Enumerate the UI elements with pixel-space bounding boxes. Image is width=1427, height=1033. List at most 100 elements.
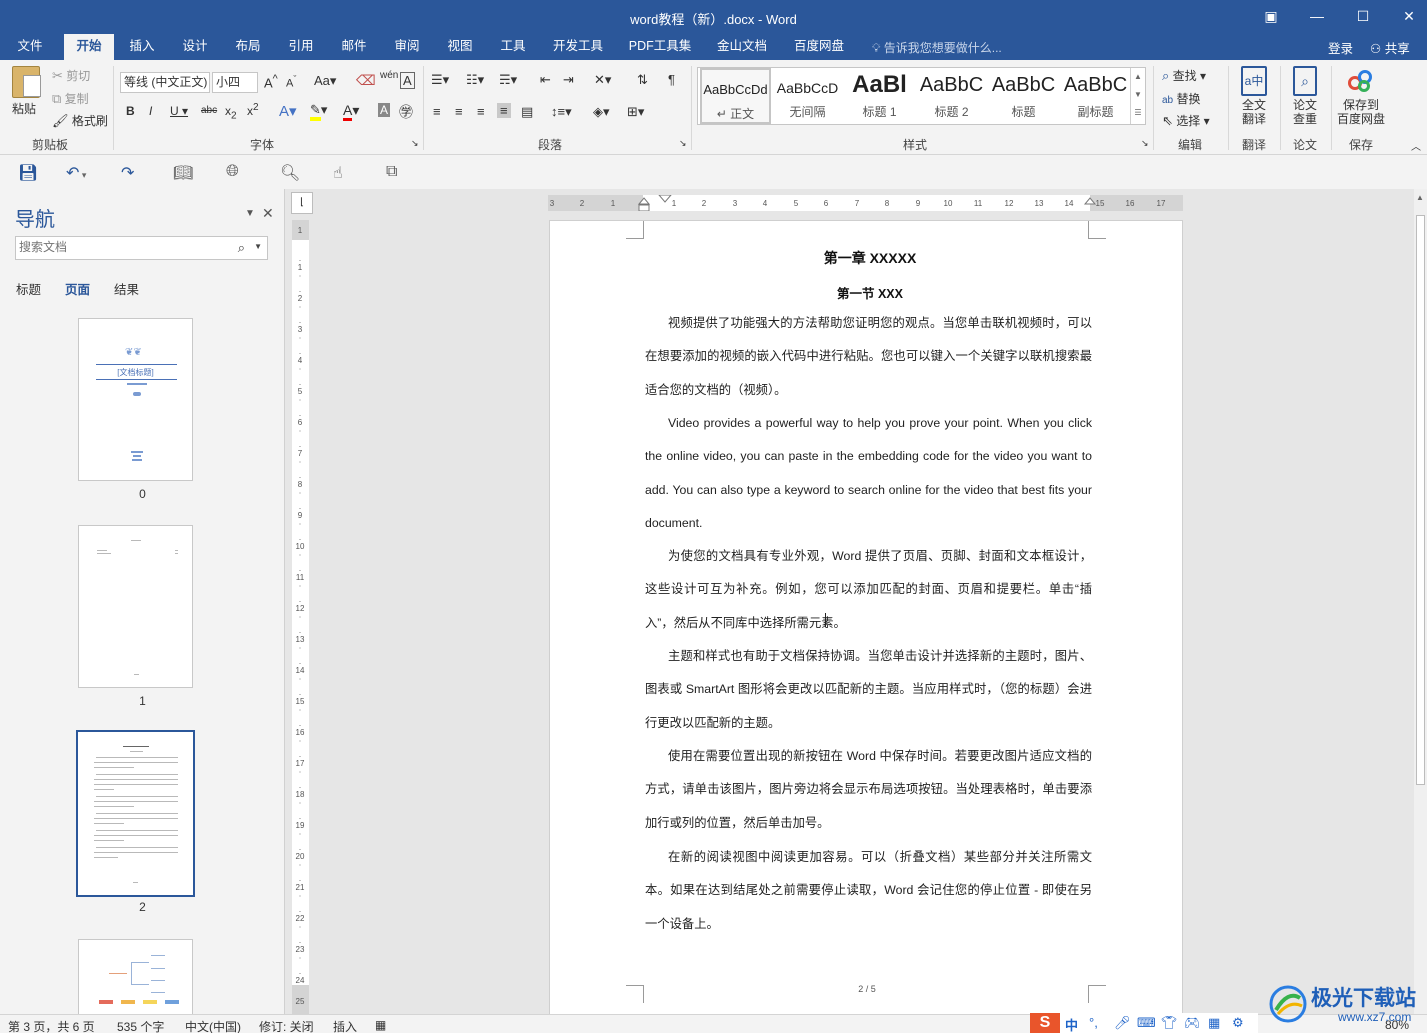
line-spacing-icon[interactable]: ↕≡▾ xyxy=(551,104,572,120)
format-painter-button[interactable]: 🖌︎ 格式刷 xyxy=(52,112,108,129)
microphone-icon[interactable]: 🎤︎ xyxy=(1114,1015,1131,1031)
settings-icon[interactable]: ⚙ xyxy=(1232,1015,1244,1031)
page-count-status[interactable]: 第 3 页，共 6 页 xyxy=(8,1018,95,1033)
search-icon[interactable]: ⌕ xyxy=(238,240,245,256)
collapse-ribbon-icon[interactable]: ︿ xyxy=(1411,138,1421,153)
macro-icon[interactable]: ▦ xyxy=(375,1018,386,1032)
chapter-heading[interactable]: 第一章 XXXXX xyxy=(645,248,1095,268)
vertical-ruler[interactable]: 1 123 456 789 10 11 12 13 14 15 16 17 18 19 20 2… xyxy=(292,220,309,1015)
nav-options-icon[interactable]: ▼ xyxy=(245,208,255,219)
copy-button[interactable]: ⧉ 复制 xyxy=(52,90,89,107)
change-case-button[interactable]: Aa▾ xyxy=(314,73,336,89)
font-dialog-launcher-icon[interactable]: ↘ xyxy=(411,138,419,149)
tab-layout[interactable]: 布局 xyxy=(223,34,273,60)
nav-tab-headings[interactable]: 标题 xyxy=(16,279,41,298)
read-mode-icon[interactable]: 📖︎ xyxy=(173,163,193,183)
tab-home[interactable]: 开始 xyxy=(64,34,114,60)
body-paragraph[interactable]: 使用在需要位置出现的新按钮在 Word 中保存时间。若要更改图片适应文档的方式，… xyxy=(645,740,1092,840)
style-heading-1[interactable]: AaBl 标题 1 xyxy=(844,68,915,124)
style-no-spacing[interactable]: AaBbCcD 无间隔 xyxy=(772,68,843,124)
underline-button[interactable]: U ▾ xyxy=(170,104,188,118)
body-paragraph[interactable]: 在新的阅读视图中阅读更加容易。可以（折叠文档）某些部分并关注所需文本。如果在达到… xyxy=(645,841,1092,941)
redo-icon[interactable]: ↷ xyxy=(121,163,134,183)
minimize-button[interactable]: — xyxy=(1294,0,1340,34)
punctuation-icon[interactable]: °, xyxy=(1089,1015,1098,1030)
body-paragraph[interactable]: 视频提供了功能强大的方法帮助您证明您的观点。当您单击联机视频时，可以在想要添加的… xyxy=(645,307,1092,407)
tab-kdocs[interactable]: 金山文档 xyxy=(707,34,777,60)
ime-language-toggle[interactable]: 中 xyxy=(1065,1015,1078,1033)
character-border-icon[interactable]: A xyxy=(400,72,415,89)
italic-button[interactable]: I xyxy=(149,104,152,118)
tab-pdf-tools[interactable]: PDF工具集 xyxy=(622,34,698,60)
scroll-up-icon[interactable]: ▲ xyxy=(1416,193,1424,202)
paste-button[interactable]: 粘贴 xyxy=(12,66,42,126)
print-preview-icon[interactable]: 🔍︎ xyxy=(280,163,300,183)
style-heading-2[interactable]: AaBbC 标题 2 xyxy=(916,68,987,124)
document-page[interactable]: 第一章 XXXXX 第一节 XXX 视频提供了功能强大的方法帮助您证明您的观点。… xyxy=(549,220,1183,1020)
scrollbar-thumb[interactable] xyxy=(1416,215,1425,785)
superscript-button[interactable]: x2 xyxy=(247,102,259,118)
decrease-indent-icon[interactable]: ⇤ xyxy=(540,72,551,88)
styles-scroll-control[interactable]: ▲ ▼ ☰ xyxy=(1130,68,1145,124)
font-name-select[interactable]: 等线 (中文正文) xyxy=(120,72,210,93)
skin-icon[interactable]: 👕︎ xyxy=(1161,1015,1178,1031)
align-center-icon[interactable]: ≡ xyxy=(455,104,463,119)
save-to-baidu-button[interactable]: 保存到 百度网盘 xyxy=(1335,66,1387,126)
tab-review[interactable]: 审阅 xyxy=(382,34,432,60)
numbering-icon[interactable]: ☷▾ xyxy=(466,72,484,88)
chinese-layout-icon[interactable]: ✕▾ xyxy=(594,72,611,88)
sogou-logo-icon[interactable]: S xyxy=(1030,1013,1060,1033)
language-status[interactable]: 中文(中国) xyxy=(185,1018,241,1033)
page-thumbnail[interactable] xyxy=(78,525,193,688)
tab-tools[interactable]: 工具 xyxy=(488,34,538,60)
section-heading[interactable]: 第一节 XXX xyxy=(645,283,1095,302)
share-button[interactable]: ⚇ 共享 xyxy=(1370,38,1410,57)
grow-font-button[interactable]: A^ xyxy=(264,73,278,90)
tab-selector-button[interactable]: ⌊ xyxy=(291,192,313,214)
nav-search-box[interactable]: ⌕ ▼ xyxy=(15,236,268,260)
styles-dialog-launcher-icon[interactable]: ↘ xyxy=(1141,138,1149,149)
tab-insert[interactable]: 插入 xyxy=(117,34,167,60)
find-button[interactable]: ⌕ 查找 ▾ xyxy=(1162,67,1206,84)
nav-tab-pages[interactable]: 页面 xyxy=(65,279,90,298)
text-effects-icon[interactable]: A▾ xyxy=(279,102,297,120)
align-left-icon[interactable]: ≡ xyxy=(433,104,441,119)
toolbox-icon[interactable]: ▦ xyxy=(1208,1015,1220,1031)
track-changes-status[interactable]: 修订: 关闭 xyxy=(259,1018,314,1033)
body-paragraph[interactable]: 为使您的文档具有专业外观，Word 提供了页眉、页脚、封面和文本框设计，这些设计… xyxy=(645,540,1092,640)
horizontal-ruler[interactable]: 321 123 456 789 10 11 12 13 14 15 16 17 xyxy=(548,195,1183,211)
shrink-font-button[interactable]: Aˇ xyxy=(286,74,296,90)
strikethrough-button[interactable]: abc xyxy=(201,105,217,116)
tab-developer[interactable]: 开发工具 xyxy=(544,34,612,60)
highlight-icon[interactable]: ✎▾ xyxy=(310,102,327,121)
maximize-button[interactable]: ☐ xyxy=(1340,0,1386,34)
nav-search-input[interactable] xyxy=(19,240,229,254)
borders-icon[interactable]: ⊞▾ xyxy=(627,104,644,120)
distributed-icon[interactable]: ▤ xyxy=(521,104,533,120)
font-color-icon[interactable]: A▾ xyxy=(343,102,359,121)
full-translate-button[interactable]: a中 全文 翻译 xyxy=(1236,66,1272,126)
multilevel-list-icon[interactable]: ☴▾ xyxy=(499,72,517,88)
tab-design[interactable]: 设计 xyxy=(170,34,220,60)
tell-me-box[interactable]: 💡︎ 告诉我您想要做什么... xyxy=(872,39,1002,56)
sort-icon[interactable]: ⇅ xyxy=(637,72,648,88)
clear-formatting-icon[interactable]: ⌫ xyxy=(356,72,376,89)
login-link[interactable]: 登录 xyxy=(1328,38,1353,57)
increase-indent-icon[interactable]: ⇥ xyxy=(563,72,574,88)
enclose-character-icon[interactable]: ㊫ xyxy=(399,102,413,122)
shading-icon[interactable]: ◈▾ xyxy=(593,104,610,120)
cut-button[interactable]: ✂ 剪切 xyxy=(52,67,90,84)
keyboard-icon[interactable]: ⌨ xyxy=(1137,1015,1156,1031)
font-size-select[interactable]: 小四 xyxy=(212,72,258,93)
tab-mailings[interactable]: 邮件 xyxy=(329,34,379,60)
character-shading-icon[interactable]: A xyxy=(378,103,391,117)
page-thumbnail-selected[interactable] xyxy=(76,730,195,897)
save-icon[interactable]: 💾︎ xyxy=(18,163,38,183)
word-count-status[interactable]: 535 个字 xyxy=(117,1018,164,1033)
style-normal[interactable]: AaBbCcDd ↵ 正文 xyxy=(700,68,771,124)
game-icon[interactable]: 🎮︎ xyxy=(1184,1015,1201,1031)
tab-file[interactable]: 文件 xyxy=(5,34,55,60)
chevron-down-icon[interactable]: ▼ xyxy=(254,242,262,251)
tab-baidu-netdisk[interactable]: 百度网盘 xyxy=(785,34,853,60)
undo-icon[interactable]: ↶ ▾ xyxy=(66,163,86,183)
